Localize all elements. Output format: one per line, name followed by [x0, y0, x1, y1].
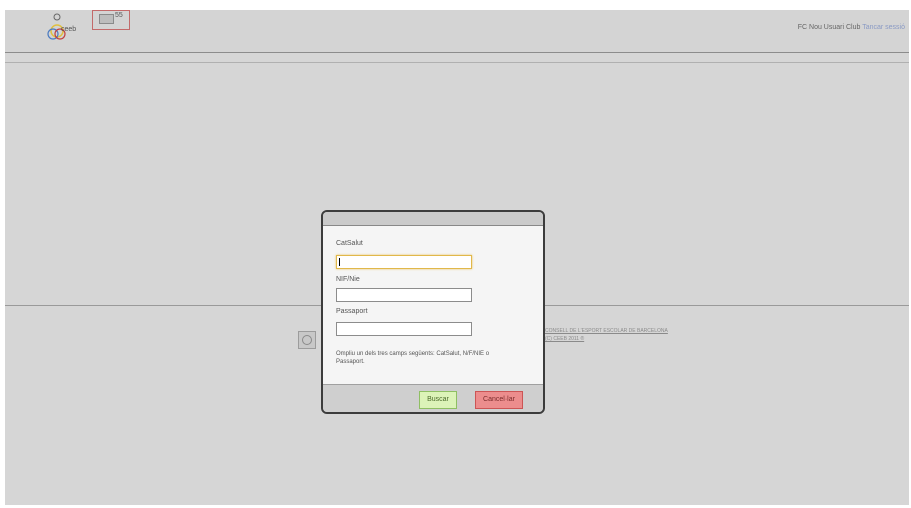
message-count: 55: [115, 12, 123, 19]
nif-label: NIF/Nie: [336, 276, 360, 283]
footer-org-link[interactable]: CONSELL DE L'ESPORT ESCOLAR DE BARCELONA: [545, 328, 668, 334]
passport-input[interactable]: [336, 322, 472, 336]
footer-copyright-link[interactable]: (C) CEEB 2011 ®: [545, 336, 584, 342]
header-divider-secondary: [5, 62, 909, 63]
search-dialog: CatSalut NIF/Nie Passaport Ompliu un del…: [321, 210, 545, 414]
logout-link[interactable]: Tancar sessió: [862, 24, 905, 31]
app-frame: ceeb 55 FC Nou Usuari Club Tancar sessió…: [5, 10, 909, 505]
user-info: FC Nou Usuari Club Tancar sessió: [798, 24, 905, 31]
ceeb-footer-icon: [298, 331, 316, 349]
catsalut-label: CatSalut: [336, 240, 363, 247]
catsalut-input[interactable]: [336, 255, 472, 269]
messages-button[interactable]: 55: [92, 10, 130, 30]
search-button[interactable]: Buscar: [419, 391, 457, 409]
dialog-titlebar[interactable]: [323, 212, 543, 226]
dialog-body: CatSalut NIF/Nie Passaport Ompliu un del…: [323, 226, 543, 384]
cancel-button[interactable]: Cancel·lar: [475, 391, 523, 409]
passport-label: Passaport: [336, 308, 368, 315]
user-label: FC Nou Usuari Club: [797, 24, 861, 31]
header-divider: [5, 52, 909, 53]
header: ceeb 55 FC Nou Usuari Club Tancar sessió: [5, 10, 909, 52]
envelope-icon: [99, 14, 114, 24]
logo-text: ceeb: [61, 26, 77, 33]
nif-input[interactable]: [336, 288, 472, 302]
dialog-footer: Buscar Cancel·lar: [323, 384, 543, 412]
dialog-hint: Ompliu un dels tres camps següents: CatS…: [336, 351, 490, 365]
